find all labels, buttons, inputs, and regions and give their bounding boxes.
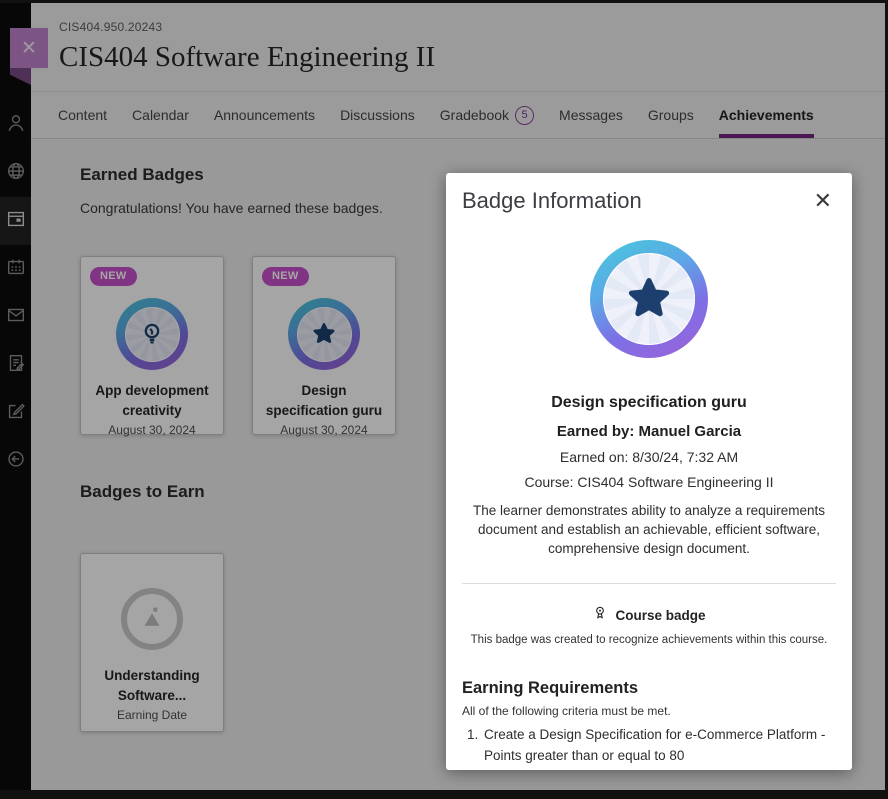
modal-badge-name: Design specification guru (462, 394, 836, 412)
modal-earned-on: Earned on: 8/30/24, 7:32 AM (462, 449, 836, 465)
badge-ring-large (590, 240, 708, 358)
modal-badge-description: The learner demonstrates ability to anal… (463, 502, 835, 559)
earning-requirements-list: Create a Design Specification for e-Comm… (482, 725, 836, 767)
earning-requirements-note: All of the following criteria must be me… (462, 704, 836, 718)
close-icon: ✕ (814, 188, 832, 213)
star-badge-large-icon (603, 253, 695, 345)
badge-type-note: This badge was created to recognize achi… (462, 634, 836, 646)
modal-header: Badge Information ✕ (462, 188, 836, 214)
modal-title: Badge Information (462, 188, 642, 214)
medal-icon (592, 605, 608, 626)
badge-type-row: Course badge (462, 605, 836, 626)
modal-earned-by: Earned by: Manuel Garcia (462, 423, 836, 440)
requirement-item: Create a Design Specification for e-Comm… (482, 725, 836, 767)
app-root: ✕ CIS404.950.20243 CIS404 Software Engin… (0, 3, 885, 790)
badge-type-label: Course badge (615, 608, 705, 623)
badge-information-modal: Badge Information ✕ Design specification… (446, 173, 852, 770)
modal-close-button[interactable]: ✕ (810, 188, 836, 214)
modal-course: Course: CIS404 Software Engineering II (462, 474, 836, 490)
earning-requirements-heading: Earning Requirements (462, 679, 836, 698)
modal-divider (462, 583, 836, 584)
browser-window: ✕ CIS404.950.20243 CIS404 Software Engin… (0, 0, 888, 799)
